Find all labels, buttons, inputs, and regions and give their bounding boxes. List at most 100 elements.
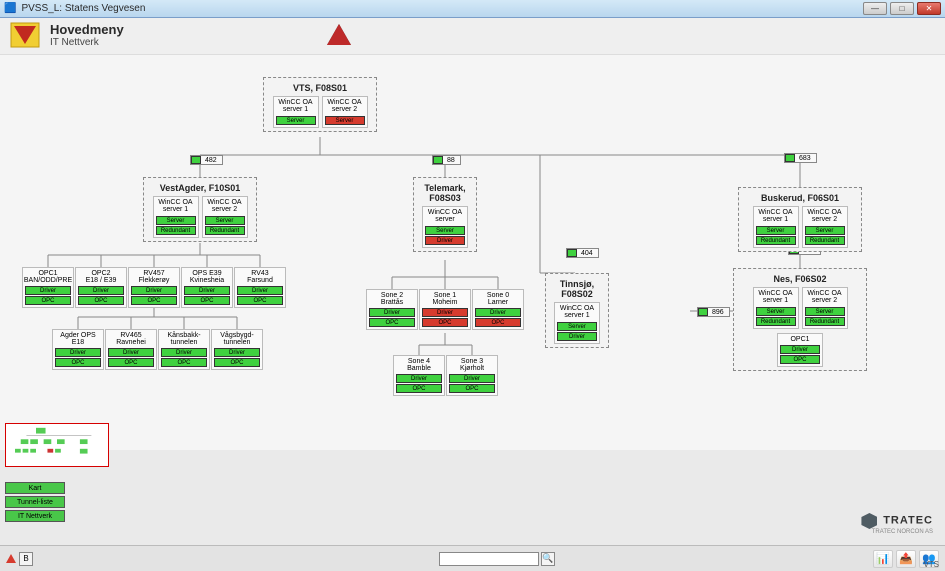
server-card[interactable]: WinCC OAserver 2 Server Redundant [202, 196, 248, 238]
node-driver-button[interactable]: Driver [369, 308, 415, 317]
server-card[interactable]: WinCC OAserver Server Driver [422, 206, 468, 248]
nav-kart-button[interactable]: Kart [5, 482, 65, 494]
server-card[interactable]: WinCC OAserver 1 Server Redundant [753, 206, 799, 248]
server-redundant-button[interactable]: Redundant [205, 226, 245, 235]
server-status-button[interactable]: Server [805, 226, 845, 235]
window-maximize-button[interactable]: □ [890, 2, 914, 15]
server-driver-button[interactable]: Driver [557, 332, 597, 341]
server-card[interactable]: WinCC OAserver 2 Server Redundant [802, 287, 848, 329]
server-redundant-button[interactable]: Redundant [756, 317, 796, 326]
server-status-button[interactable]: Server [325, 116, 365, 125]
node-opc-button[interactable]: OPC [449, 384, 495, 393]
node-sone4[interactable]: Sone 4Bamble Driver OPC [393, 355, 445, 396]
node-driver-button[interactable]: Driver [449, 374, 495, 383]
toolbar-export-icon[interactable]: 📤 [896, 550, 916, 568]
server-status-button[interactable]: Server [276, 116, 316, 125]
node-driver-button[interactable]: Driver [214, 348, 260, 357]
node-driver-button[interactable]: Driver [780, 345, 820, 354]
site-tinnsjo[interactable]: Tinnsjø, F08S02 WinCC OAserver 1 Server … [545, 273, 609, 348]
vendor-brand: TRATEC TRATEC NORCON AS [861, 513, 933, 535]
server-card[interactable]: WinCC OAserver 1 Server Redundant [153, 196, 199, 238]
node-opc-button[interactable]: OPC [161, 358, 207, 367]
server-driver-button[interactable]: Driver [425, 236, 465, 245]
node-opc1[interactable]: OPC1BAN/ODD/PRE Driver OPC [22, 267, 74, 308]
node-sone3[interactable]: Sone 3Kjørholt Driver OPC [446, 355, 498, 396]
server-status-button[interactable]: Server [557, 322, 597, 331]
node-sone2[interactable]: Sone 2Brattås Driver OPC [366, 289, 418, 330]
node-driver-button[interactable]: Driver [55, 348, 101, 357]
node-opc-button[interactable]: OPC [55, 358, 101, 367]
node-driver-button[interactable]: Driver [78, 286, 124, 295]
node-rv465[interactable]: RV465Ravnehei Driver OPC [105, 329, 157, 370]
node-driver-button[interactable]: Driver [422, 308, 468, 317]
server-name: WinCC OAserver 2 [325, 99, 365, 115]
nav-itnettverk-button[interactable]: IT Nettverk [5, 510, 65, 522]
node-opc2[interactable]: OPC2E18 / E39 Driver OPC [75, 267, 127, 308]
site-title: VTS, F08S01 [267, 81, 373, 96]
node-rv457[interactable]: RV457Flekkerøy Driver OPC [128, 267, 180, 308]
node-opc-button[interactable]: OPC [422, 318, 468, 327]
node-sone0[interactable]: Sone 0Larner Driver OPC [472, 289, 524, 330]
server-redundant-button[interactable]: Redundant [805, 236, 845, 245]
search-button[interactable]: 🔍 [541, 552, 555, 566]
node-opc-button[interactable]: OPC [25, 296, 71, 305]
window-minimize-button[interactable]: — [863, 2, 887, 15]
node-opc-button[interactable]: OPC [237, 296, 283, 305]
server-card[interactable]: WinCC OAserver 2 Server [322, 96, 368, 128]
server-status-button[interactable]: Server [205, 216, 245, 225]
overview-thumbnail[interactable] [5, 423, 109, 467]
server-card[interactable]: WinCC OAserver 1 Server [273, 96, 319, 128]
node-driver-button[interactable]: Driver [184, 286, 230, 295]
node-opc-button[interactable]: OPC [108, 358, 154, 367]
server-redundant-button[interactable]: Redundant [805, 317, 845, 326]
node-opc-button[interactable]: OPC [184, 296, 230, 305]
server-name: WinCC OAserver 1 [276, 99, 316, 115]
node-driver-button[interactable]: Driver [237, 286, 283, 295]
site-nes[interactable]: Nes, F06S02 WinCC OAserver 1 Server Redu… [733, 268, 867, 371]
node-driver-button[interactable]: Driver [131, 286, 177, 295]
nav-tunnelliste-button[interactable]: Tunnel-liste [5, 496, 65, 508]
server-status-button[interactable]: Server [756, 226, 796, 235]
site-buskerud[interactable]: Buskerud, F06S01 WinCC OAserver 1 Server… [738, 187, 862, 252]
node-driver-button[interactable]: Driver [161, 348, 207, 357]
node-vagsbygd[interactable]: Vågsbygd-tunnelen Driver OPC [211, 329, 263, 370]
footer-vts-label: VTS [923, 560, 939, 569]
server-card[interactable]: WinCC OAserver 1 Server Redundant [753, 287, 799, 329]
window-close-button[interactable]: ✕ [917, 2, 941, 15]
node-agder-ops[interactable]: Agder OPSE18 Driver OPC [52, 329, 104, 370]
server-card[interactable]: WinCC OAserver 1 Server Driver [554, 302, 600, 344]
site-vts[interactable]: VTS, F08S01 WinCC OAserver 1 Server WinC… [263, 77, 377, 132]
server-status-button[interactable]: Server [156, 216, 196, 225]
node-opc-button[interactable]: OPC [78, 296, 124, 305]
server-card[interactable]: OPC1 Driver OPC [777, 333, 823, 367]
server-redundant-button[interactable]: Redundant [156, 226, 196, 235]
node-ops-e39[interactable]: OPS E39Kvinesheia Driver OPC [181, 267, 233, 308]
node-driver-button[interactable]: Driver [396, 374, 442, 383]
site-vestagder[interactable]: VestAgder, F10S01 WinCC OAserver 1 Serve… [143, 177, 257, 242]
server-status-button[interactable]: Server [425, 226, 465, 235]
server-status-button[interactable]: Server [805, 307, 845, 316]
node-driver-button[interactable]: Driver [475, 308, 521, 317]
node-sone1[interactable]: Sone 1Moheim Driver OPC [419, 289, 471, 330]
search-input[interactable] [439, 552, 539, 566]
node-driver-button[interactable]: Driver [108, 348, 154, 357]
server-redundant-button[interactable]: Redundant [756, 236, 796, 245]
node-opc-button[interactable]: OPC [780, 355, 820, 364]
server-status-button[interactable]: Server [756, 307, 796, 316]
site-title: Tinnsjø, F08S02 [549, 277, 605, 302]
node-opc-button[interactable]: OPC [131, 296, 177, 305]
node-opc-button[interactable]: OPC [475, 318, 521, 327]
node-opc-button[interactable]: OPC [214, 358, 260, 367]
toolbar-chart-icon[interactable]: 📊 [873, 550, 893, 568]
node-rv43[interactable]: RV43Farsund Driver OPC [234, 267, 286, 308]
node-kansbakk[interactable]: Kånsbakk-tunnelen Driver OPC [158, 329, 210, 370]
group-button[interactable]: B [19, 552, 33, 566]
node-opc-button[interactable]: OPC [369, 318, 415, 327]
site-telemark[interactable]: Telemark, F08S03 WinCC OAserver Server D… [413, 177, 477, 252]
node-opc-button[interactable]: OPC [396, 384, 442, 393]
link-latency-vestagder: 482 [190, 155, 223, 165]
server-card[interactable]: WinCC OAserver 2 Server Redundant [802, 206, 848, 248]
alarm-triangle-icon[interactable] [6, 554, 16, 563]
page-subtitle: IT Nettverk [50, 37, 124, 48]
node-driver-button[interactable]: Driver [25, 286, 71, 295]
